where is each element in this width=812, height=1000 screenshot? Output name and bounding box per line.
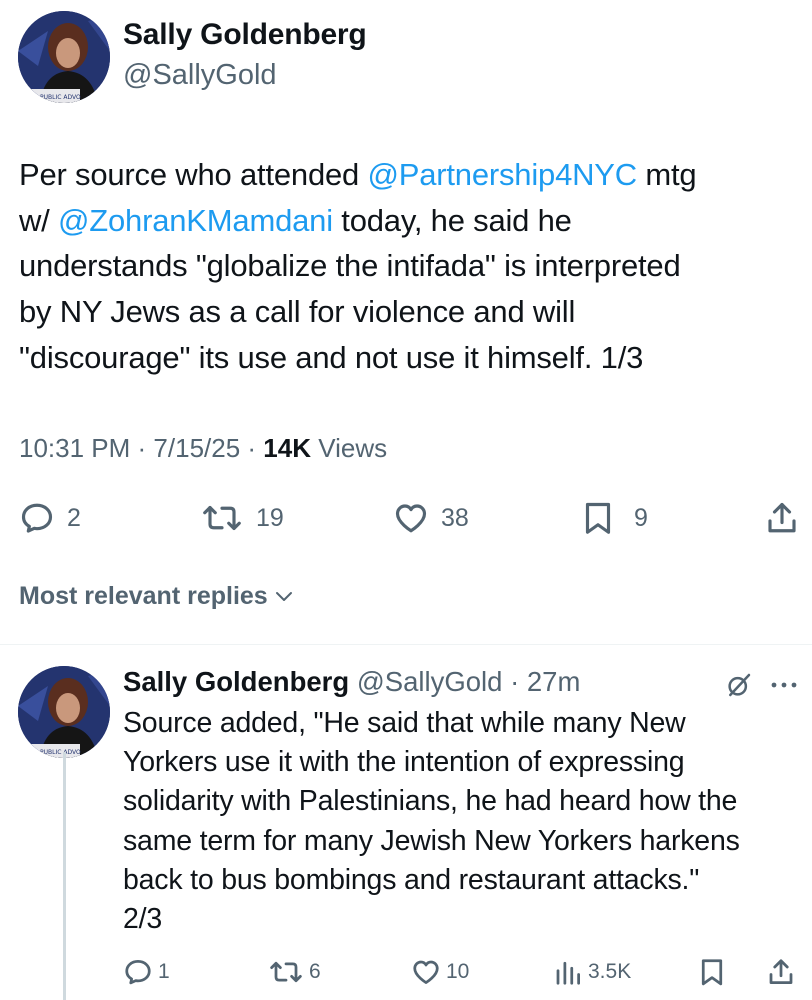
heart-icon (413, 960, 439, 984)
reply-time[interactable]: 27m (527, 666, 581, 697)
author-name[interactable]: Sally Goldenberg (123, 18, 367, 52)
bookmark-icon (585, 502, 611, 534)
repost-button[interactable]: 19 (200, 498, 284, 538)
tweet-time[interactable]: 10:31 PM (19, 433, 130, 463)
heart-icon (395, 504, 427, 533)
tweet-text-line: understands "globalize the intifada" is … (19, 248, 681, 284)
grok-button[interactable] (724, 670, 754, 700)
replies-sort-label: Most relevant replies (19, 582, 268, 610)
reply-views-button[interactable]: 3.5K (553, 955, 631, 989)
reply-count: 2 (67, 503, 81, 532)
meta-separator: · (137, 433, 154, 463)
thread-connector-line (63, 752, 66, 1000)
reply-button[interactable]: 2 (19, 498, 81, 538)
reply-text-line: solidarity with Palestinians, he had hea… (123, 785, 738, 818)
bookmark-button[interactable]: 9 (580, 498, 648, 538)
meta-separator: · (247, 433, 264, 463)
reply-author-handle[interactable]: @SallyGold (357, 666, 503, 697)
reply-views-count: 3.5K (588, 960, 632, 983)
author-avatar[interactable]: PUBLIC ADVO (18, 11, 110, 103)
tweet-metadata: 10:31 PM · 7/15/25 · 14K Views (19, 433, 387, 464)
avatar-photo: PUBLIC ADVO (18, 11, 110, 103)
avatar-caption: PUBLIC ADVO (40, 94, 81, 101)
avatar-caption: PUBLIC ADVO (40, 749, 81, 756)
like-count: 38 (441, 503, 469, 532)
tweet-text-line: by NY Jews as a call for violence and wi… (19, 294, 576, 330)
reply-icon (125, 960, 151, 985)
reply-like-count: 10 (446, 960, 470, 983)
mention-link[interactable]: @ZohranKMamdani (58, 203, 333, 238)
bar-chart-icon (556, 961, 580, 985)
grok-icon (728, 673, 751, 697)
repost-icon (270, 961, 302, 983)
bookmark-count: 9 (634, 503, 648, 532)
tweet-text-segment: w/ (19, 202, 59, 238)
tweet-date[interactable]: 7/15/25 (153, 433, 240, 463)
reply-bookmark-button[interactable] (697, 955, 727, 989)
repost-count: 19 (256, 503, 284, 532)
meta-separator: · (502, 666, 527, 697)
reply-reply-button[interactable]: 1 (123, 955, 170, 989)
three-dots-icon (771, 682, 797, 688)
views-label: Views (318, 433, 388, 463)
author-handle[interactable]: @SallyGold (123, 59, 277, 92)
reply-reply-count: 1 (158, 960, 170, 983)
mention-link[interactable]: @Partnership4NYC (367, 157, 637, 192)
tweet-text-segment: today, he said he (332, 202, 572, 238)
reply-author-avatar[interactable]: PUBLIC ADVO (18, 666, 110, 758)
avatar-photo: PUBLIC ADVO (18, 666, 110, 758)
tweet-text: Per source who attended @Partnership4NYC… (19, 152, 804, 381)
share-icon (769, 959, 793, 984)
reply-header: Sally Goldenberg @SallyGold · 27m (123, 666, 580, 698)
chevron-down-icon (275, 591, 292, 601)
reply-text-line: Yorkers use it with the intention of exp… (123, 746, 685, 779)
reply-text-line: 2/3 (123, 903, 163, 936)
reply-text-line: back to bus bombings and restaurant atta… (123, 863, 700, 896)
reply-text-line: same term for many Jewish New Yorkers ha… (123, 824, 740, 857)
divider (0, 644, 812, 645)
tweet-text-line: "discourage" its use and not use it hims… (19, 339, 644, 375)
reply-icon (21, 503, 53, 533)
tweet-text-segment: Per source who attended (19, 157, 368, 192)
views-count: 14K (263, 433, 311, 463)
reply-author-name[interactable]: Sally Goldenberg (123, 666, 349, 697)
reply-like-button[interactable]: 10 (411, 955, 469, 989)
replies-sort-dropdown[interactable]: Most relevant replies (19, 582, 294, 611)
like-button[interactable]: 38 (393, 498, 469, 538)
tweet-text-segment: mtg (636, 157, 697, 192)
reply-repost-button[interactable]: 6 (268, 955, 321, 989)
reply-text-line: Source added, "He said that while many N… (123, 707, 686, 739)
share-button[interactable] (764, 498, 800, 538)
tweet-text-line: Per source who attended @Partnership4NYC… (19, 152, 804, 198)
repost-icon (203, 505, 241, 531)
tweet-text-line: w/ @ZohranKMamdani today, he said he (19, 198, 804, 244)
bookmark-icon (701, 959, 723, 986)
more-options-button[interactable] (768, 676, 800, 694)
reply-share-button[interactable] (766, 955, 796, 989)
reply-repost-count: 6 (309, 960, 321, 983)
reply-text: Source added, "He said that while many N… (123, 704, 808, 939)
share-icon (768, 502, 796, 533)
